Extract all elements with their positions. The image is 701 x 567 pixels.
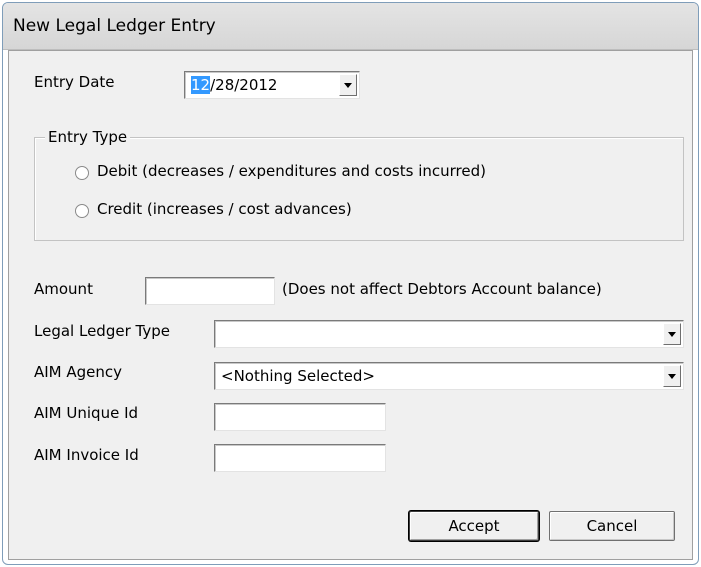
aim-agency-value: <Nothing Selected>: [221, 367, 375, 385]
legal-ledger-type-select[interactable]: [214, 320, 684, 348]
credit-radio[interactable]: [75, 204, 89, 218]
entry-type-group: Entry Type Debit (decreases / expenditur…: [34, 128, 684, 241]
aim-invoice-id-input[interactable]: [214, 444, 386, 472]
entry-date-picker[interactable]: 12/28/2012: [184, 71, 360, 99]
dialog-window: New Legal Ledger Entry Entry Date 12/28/…: [2, 2, 699, 565]
accept-button[interactable]: Accept: [409, 511, 539, 541]
legal-ledger-type-label: Legal Ledger Type: [34, 322, 170, 340]
aim-unique-id-input[interactable]: [214, 403, 386, 431]
debit-radio-label[interactable]: Debit (decreases / expenditures and cost…: [97, 162, 486, 180]
amount-note: (Does not affect Debtors Account balance…: [282, 280, 602, 298]
cancel-button[interactable]: Cancel: [549, 511, 675, 541]
legal-ledger-type-dropdown-button[interactable]: [663, 323, 681, 345]
aim-unique-id-label: AIM Unique Id: [34, 404, 139, 422]
title-bar[interactable]: New Legal Ledger Entry: [3, 3, 698, 50]
debit-radio[interactable]: [75, 166, 89, 180]
chevron-down-icon: [668, 374, 676, 379]
aim-invoice-id-label: AIM Invoice Id: [34, 446, 139, 464]
entry-date-dropdown-button[interactable]: [339, 74, 357, 96]
window-title: New Legal Ledger Entry: [13, 16, 216, 36]
chevron-down-icon: [344, 83, 352, 88]
entry-date-month[interactable]: 12: [191, 76, 211, 94]
aim-agency-dropdown-button[interactable]: [663, 365, 681, 387]
chevron-down-icon: [668, 332, 676, 337]
entry-date-rest: /28/2012: [210, 76, 278, 94]
entry-date-label: Entry Date: [34, 73, 115, 91]
credit-radio-label[interactable]: Credit (increases / cost advances): [97, 200, 352, 218]
dialog-body: Entry Date 12/28/2012 Entry Type Debit (…: [8, 50, 693, 560]
aim-agency-label: AIM Agency: [34, 363, 123, 381]
amount-input[interactable]: [145, 277, 275, 305]
entry-type-legend: Entry Type: [45, 128, 131, 146]
aim-agency-select[interactable]: <Nothing Selected>: [214, 362, 684, 390]
amount-label: Amount: [34, 280, 93, 298]
